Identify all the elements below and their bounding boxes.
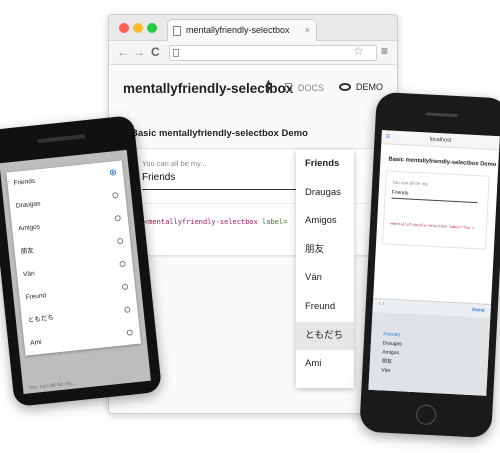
code-tag: <mentallyfriendly-selectbox [144, 218, 258, 226]
field-underline [391, 197, 478, 204]
radio-icon[interactable] [124, 306, 131, 313]
code-snippet: <mentallyfriendly-selectbox label= [144, 218, 287, 226]
radio-icon[interactable] [126, 329, 134, 336]
android-screen: Friends Draugas Amigos 朋友 Vän Freund ともだち Ami Y… [0, 149, 151, 394]
unfold-icon[interactable]: ▲ ▼ [264, 78, 273, 94]
radio-icon[interactable] [121, 283, 129, 291]
dropdown-option[interactable]: ともだち [296, 321, 354, 351]
demo-label: DEMO [356, 82, 383, 92]
app-header: mentallyfriendly-selectbox ▲ ▼ DOCS DEMO [109, 65, 397, 111]
android-option-label: ともだち [27, 314, 55, 325]
radio-icon[interactable] [114, 214, 122, 222]
menu-icon[interactable]: ≡ [385, 130, 390, 144]
radio-icon[interactable] [109, 169, 117, 176]
address-bar[interactable] [169, 45, 377, 61]
iphone: ≡ localhost Basic mentallyfriendly-selec… [359, 91, 500, 439]
menu-icon[interactable]: ≡ [381, 44, 388, 58]
maximize-window-button[interactable] [147, 23, 157, 33]
back-arrow-icon[interactable]: ← [117, 45, 129, 59]
android-option-label: Freund [25, 292, 47, 302]
radio-icon[interactable] [112, 192, 119, 199]
close-window-button[interactable] [119, 23, 129, 33]
title-bar: mentallyfriendly-selectbox × [109, 15, 397, 41]
speaker-grille [425, 112, 458, 118]
tab-title: mentallyfriendly-selectbox [186, 25, 290, 35]
bookmark-star-icon[interactable]: ☆ [353, 44, 364, 58]
android-option-label: 朋友 [20, 247, 35, 256]
iphone-url: localhost [429, 136, 452, 144]
page-icon [173, 26, 181, 36]
selectbox-dropdown: Friends Draugas Amigos 朋友 Vän Freund ともだち Ami [296, 150, 354, 388]
android-option-label: Friends [13, 177, 36, 187]
chevron-icon[interactable]: ‹ › [379, 301, 385, 307]
code-attr: label= [262, 218, 288, 226]
document-icon [285, 83, 292, 92]
browser-tab[interactable]: mentallyfriendly-selectbox × [167, 19, 317, 41]
android-option-label: Amigos [17, 223, 41, 233]
docs-link[interactable]: DOCS [285, 83, 324, 93]
iphone-screen: ≡ localhost Basic mentallyfriendly-selec… [368, 130, 500, 396]
minimize-window-button[interactable] [133, 23, 143, 33]
page-icon [173, 49, 179, 57]
close-tab-icon[interactable]: × [305, 20, 310, 41]
forward-arrow-icon[interactable]: → [133, 45, 145, 59]
field-label: You can all be my... [142, 159, 207, 168]
android-option-label: Ami [30, 338, 42, 347]
field-underline [142, 189, 302, 190]
home-button[interactable] [415, 404, 437, 426]
radio-icon[interactable] [116, 237, 124, 245]
browser-toolbar: ← → C ☆ ≡ [109, 41, 397, 65]
speaker-grille [37, 134, 86, 144]
iphone-code-snippet: <mentallyfriendly-selectbox label="You c [389, 221, 475, 231]
iphone-address-bar[interactable]: ≡ localhost [381, 130, 500, 151]
dropdown-option[interactable]: 朋友 [296, 236, 354, 265]
dropdown-option[interactable]: Amigos [296, 207, 354, 236]
iphone-demo-title: Basic mentallyfriendly-selectbox Demo [388, 156, 497, 169]
done-button[interactable]: Done [472, 307, 485, 314]
radio-icon[interactable] [119, 260, 126, 268]
selectbox-value[interactable]: Friends [142, 172, 175, 183]
android-option-label: Draugas [15, 200, 41, 210]
android-option-label: Vän [22, 270, 36, 279]
demo-link[interactable]: DEMO [339, 82, 383, 92]
dropdown-option[interactable]: Vän [296, 264, 354, 293]
demo-title: Basic mentallyfriendly-selectbox Demo [131, 128, 308, 139]
dropdown-option[interactable]: Freund [296, 293, 354, 322]
iphone-picker[interactable]: Friends Draugas Amigos 朋友 Vän [368, 311, 491, 396]
android-option-list: Friends Draugas Amigos 朋友 Vän Freund ともだち Ami [6, 160, 141, 356]
iphone-demo-card: You can all be my... Friends <mentallyfr… [382, 170, 490, 250]
android-field-hint: You can all be my... [28, 380, 77, 392]
iphone-selectbox-value[interactable]: Friends [392, 190, 409, 197]
demo-card: You can all be my... Friends <mentallyfr… [129, 148, 397, 256]
divider [130, 203, 396, 204]
dropdown-option[interactable]: Friends [296, 150, 354, 179]
docs-label: DOCS [298, 83, 325, 93]
iphone-field-label: You can all be my... [392, 179, 432, 187]
dropdown-option[interactable]: Draugas [296, 179, 354, 208]
reload-icon[interactable]: C [151, 45, 160, 59]
eye-icon [339, 83, 351, 91]
dropdown-option[interactable]: Ami [296, 350, 354, 379]
